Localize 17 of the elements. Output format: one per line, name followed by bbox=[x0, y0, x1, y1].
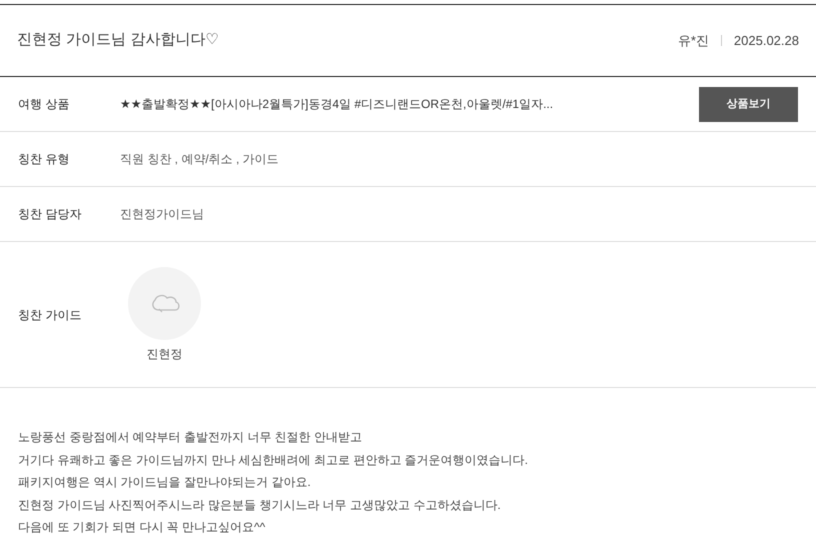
view-product-button[interactable]: 상품보기 bbox=[699, 86, 798, 122]
field-value: 직원 칭찬 , 예약/취소 , 가이드 bbox=[120, 151, 279, 168]
author-name: 유*진 bbox=[678, 32, 709, 50]
field-label: 칭찬 가이드 bbox=[18, 306, 82, 324]
field-value: 진현정가이드님 bbox=[120, 206, 204, 223]
review-text-line: 진현정 가이드님 사진찍어주시느라 많은분들 챙기시느라 너무 고생많았고 수고하셨습니다. bbox=[18, 496, 502, 514]
review-date: 2025.02.28 bbox=[734, 32, 799, 50]
review-title: 진현정 가이드님 감사합니다♡ bbox=[17, 30, 219, 50]
product-name: ★★출발확정★★[아시아나2월특가]동경4일 #디즈니랜드OR온천,아울렛/#1일자... bbox=[120, 96, 554, 113]
field-label: 칭찬 담당자 bbox=[18, 206, 82, 223]
review-text-line: 거기다 유쾌하고 좋은 가이드님까지 만나 세심한배려에 최고로 편안하고 즐거운여행이였습니다. bbox=[18, 452, 530, 468]
guide-name: 진현정 bbox=[146, 346, 182, 362]
review-text-line: 패키지여행은 역시 가이드님을 잘만나야되는거 같아요. bbox=[18, 474, 312, 491]
field-label: 여행 상품 bbox=[18, 96, 70, 113]
review-text-line: 노랑풍선 중랑점에서 예약부터 출발전까지 너무 친절한 안내받고 bbox=[18, 429, 364, 446]
review-text-line: 다음에 또 기회가 되면 다시 꼭 만나고싶어요^^ bbox=[18, 519, 266, 536]
field-label: 칭찬 유형 bbox=[18, 151, 70, 168]
